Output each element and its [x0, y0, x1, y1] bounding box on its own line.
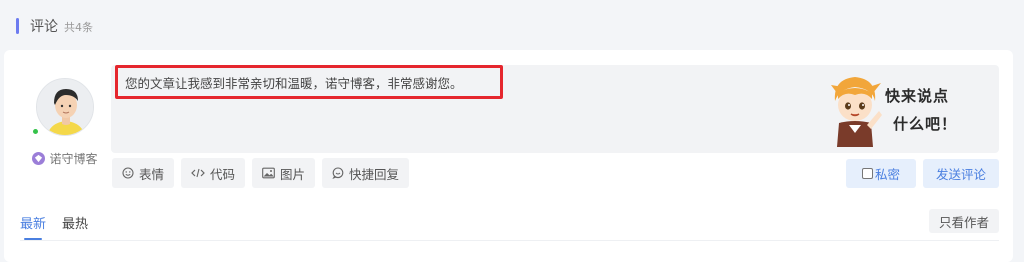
composer-actions: 私密 发送评论: [846, 159, 999, 188]
current-user: 诺守博客: [30, 78, 100, 167]
user-identity: 诺守博客: [32, 150, 98, 167]
code-button-label: 代码: [210, 166, 236, 182]
only-author-button[interactable]: 只看作者: [928, 209, 999, 233]
emoji-button-label: 表情: [139, 166, 165, 182]
comment-text[interactable]: 您的文章让我感到非常亲切和温暖，诺守博客，非常感谢您。: [125, 73, 463, 92]
section-title: 评论: [30, 19, 58, 35]
comment-count: 共4条: [64, 21, 93, 34]
image-button[interactable]: 图片: [252, 158, 316, 188]
mascot-icon: [831, 77, 882, 147]
avatar[interactable]: [36, 78, 94, 136]
comment-input[interactable]: 您的文章让我感到非常亲切和温暖，诺守博客，非常感谢您。 快来说点 什么吧！: [111, 65, 999, 153]
user-name[interactable]: 诺守博客: [49, 150, 97, 167]
image-icon: [262, 167, 275, 179]
chat-icon: [332, 167, 344, 179]
private-checkbox[interactable]: [861, 168, 873, 179]
mascot-placeholder: 快来说点 什么吧！: [827, 71, 977, 147]
tabs-divider: [20, 240, 999, 241]
quick-reply-button[interactable]: 快捷回复: [322, 158, 410, 188]
private-label: 私密: [874, 167, 900, 182]
composer-toolbar: 表情 代码 图片 快捷回复: [112, 158, 410, 188]
image-button-label: 图片: [280, 166, 306, 182]
code-icon: [191, 167, 205, 179]
tab-hottest[interactable]: 最热: [62, 213, 88, 238]
emoji-button[interactable]: 表情: [112, 158, 175, 188]
comments-header: 评论 共4条: [16, 14, 93, 38]
comment-composer-card: 诺守博客 您的文章让我感到非常亲切和温暖，诺守博客，非常感谢您。 快来说点 什么…: [4, 50, 1013, 262]
mascot-caption-2: 什么吧！: [893, 115, 958, 133]
private-toggle[interactable]: 私密: [846, 159, 916, 188]
section-accent-bar: [16, 18, 19, 34]
code-button[interactable]: 代码: [181, 158, 246, 188]
online-status-dot: [32, 128, 39, 135]
quick-reply-button-label: 快捷回复: [349, 166, 400, 182]
mascot-caption-1: 快来说点: [885, 87, 950, 105]
smile-icon: [122, 167, 134, 179]
send-comment-button[interactable]: 发送评论: [923, 159, 999, 188]
tab-latest[interactable]: 最新: [20, 213, 46, 240]
level-badge-icon: [32, 152, 46, 165]
sort-tabs: 最新 最热: [20, 213, 88, 240]
